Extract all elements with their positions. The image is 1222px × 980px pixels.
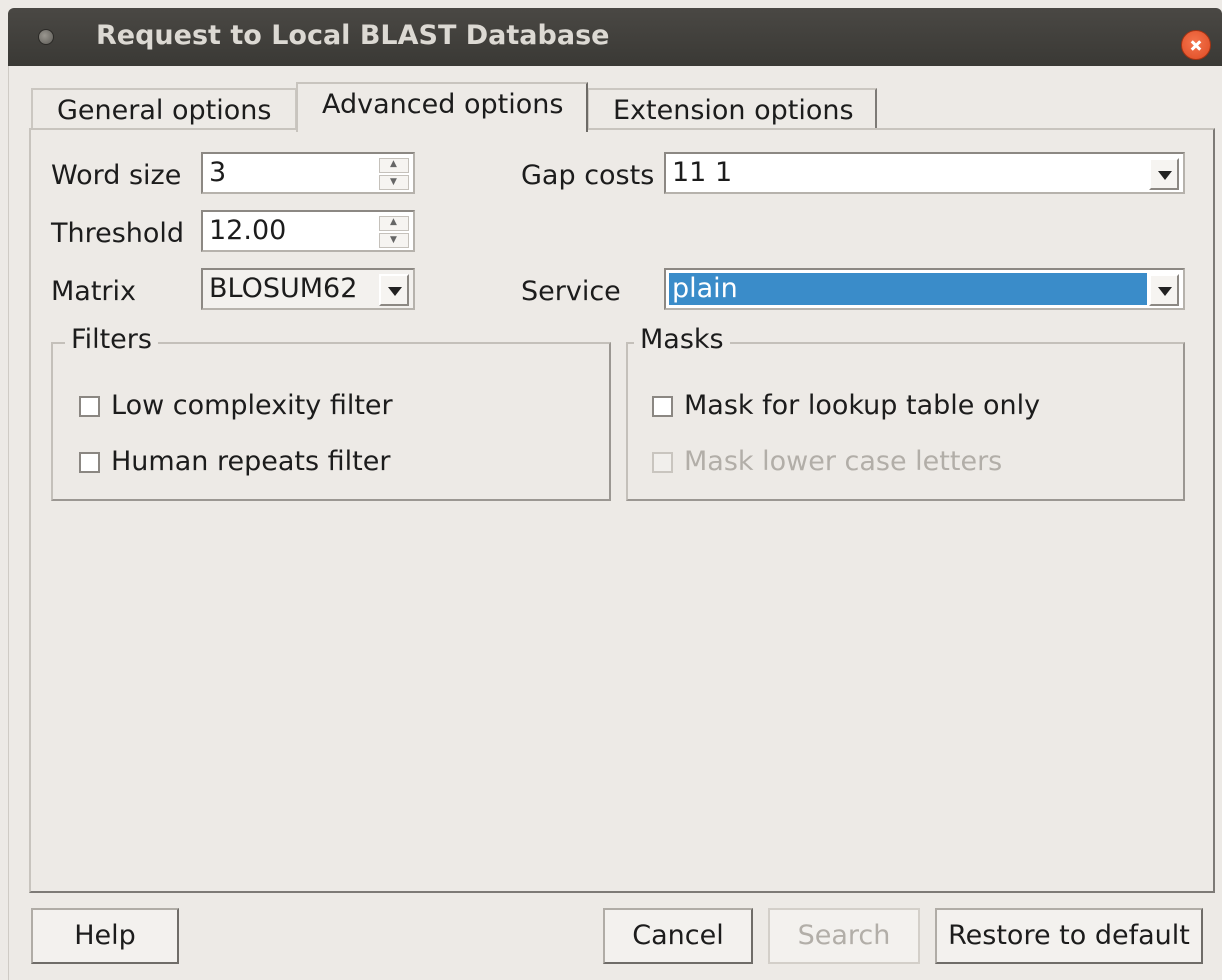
tab-label: Advanced options [322,89,564,120]
low-complexity-checkbox[interactable] [79,396,100,417]
word-size-value: 3 [209,157,227,188]
dialog-body: General options Advanced options Extensi… [8,66,1222,980]
threshold-label: Threshold [51,218,185,249]
gap-costs-value: 11 1 [672,157,733,188]
chevron-down-icon[interactable] [1149,274,1179,306]
gap-costs-label: Gap costs [521,160,655,191]
mask-lower-case-checkbox [652,452,673,473]
window-menu-icon[interactable] [38,29,54,45]
title-bar: Request to Local BLAST Database [8,8,1222,66]
tab-label: Extension options [613,95,854,126]
search-button[interactable]: Search [768,908,920,964]
matrix-combobox[interactable]: BLOSUM62 [201,268,415,310]
word-size-spinbox[interactable]: 3 ▲ ▼ [201,152,415,194]
tab-label: General options [57,95,272,126]
stepper-up-button[interactable]: ▲ [379,158,409,173]
threshold-value: 12.00 [209,215,287,246]
filters-group: Filters Low complexity filter Human repe… [51,324,611,501]
mask-lookup-table-checkbox[interactable] [652,396,673,417]
tab-advanced-options[interactable]: Advanced options [296,82,588,132]
mask-lower-case-label: Mask lower case letters [684,446,1003,477]
matrix-label: Matrix [51,276,137,307]
chevron-down-icon[interactable] [1149,158,1179,190]
stepper-up-button[interactable]: ▲ [379,216,409,231]
gap-costs-combobox[interactable]: 11 1 [664,152,1185,194]
masks-group-title: Masks [634,324,730,355]
matrix-value: BLOSUM62 [209,273,358,304]
help-button[interactable]: Help [31,908,179,964]
masks-group: Masks Mask for lookup table only Mask lo… [626,324,1185,501]
low-complexity-label[interactable]: Low complexity filter [111,390,393,421]
stepper-down-button[interactable]: ▼ [379,175,409,190]
chevron-down-icon[interactable] [379,274,409,306]
word-size-label: Word size [51,160,182,191]
threshold-spinbox[interactable]: 12.00 ▲ ▼ [201,210,415,252]
stepper-down-button[interactable]: ▼ [379,233,409,248]
close-icon[interactable] [1181,30,1211,60]
mask-lookup-table-label[interactable]: Mask for lookup table only [684,390,1040,421]
human-repeats-label[interactable]: Human repeats filter [111,446,390,477]
selection-highlight [669,273,1147,305]
cancel-button[interactable]: Cancel [603,908,753,964]
service-value: plain [672,273,738,304]
word-size-stepper[interactable]: ▲ ▼ [379,158,409,190]
filters-group-title: Filters [65,324,158,355]
threshold-stepper[interactable]: ▲ ▼ [379,216,409,248]
service-label: Service [521,276,621,307]
service-combobox[interactable]: plain [664,268,1185,310]
human-repeats-checkbox[interactable] [79,452,100,473]
window-title: Request to Local BLAST Database [96,20,610,51]
restore-default-button[interactable]: Restore to default [935,908,1203,964]
